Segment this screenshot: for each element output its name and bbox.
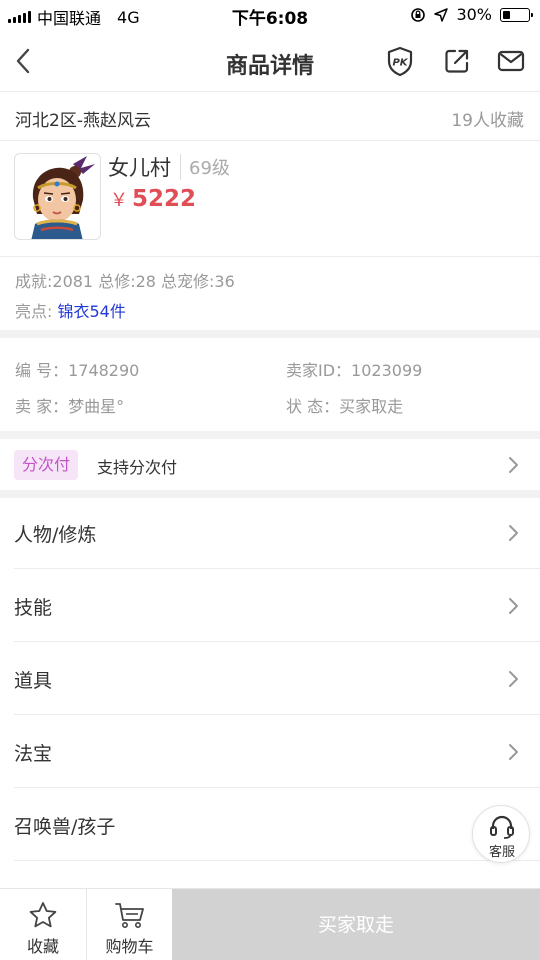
menu-item-treasures[interactable]: 法宝 bbox=[14, 716, 540, 788]
character-stats: 成就:2081 总修:28 总宠修:36 bbox=[15, 272, 235, 291]
menu-item-label: 召唤兽/孩子 bbox=[14, 816, 116, 838]
character-level: 69级 bbox=[180, 154, 230, 180]
bottom-action-bar: 收藏 购物车 买家取走 bbox=[0, 888, 540, 960]
svg-text:PK: PK bbox=[392, 58, 408, 69]
cart-icon bbox=[115, 903, 144, 928]
character-school: 女儿村 bbox=[108, 156, 171, 180]
chevron-right-icon bbox=[509, 598, 518, 614]
character-portrait bbox=[31, 156, 95, 239]
pk-shield-icon[interactable]: PK bbox=[383, 44, 417, 78]
installment-text: 支持分次付 bbox=[97, 458, 178, 477]
highlight-value[interactable]: 锦衣54件 bbox=[57, 302, 125, 321]
highlight-label: 亮点: bbox=[15, 302, 58, 321]
cart-button[interactable]: 购物车 bbox=[87, 889, 172, 960]
share-icon[interactable] bbox=[440, 44, 474, 78]
server-row: 河北2区-燕赵风云 19人收藏 bbox=[0, 93, 540, 141]
battery-icon bbox=[500, 7, 533, 22]
section-divider bbox=[0, 431, 540, 439]
battery-percent: 30% bbox=[456, 5, 492, 24]
currency-symbol: ￥ bbox=[110, 190, 128, 211]
menu-item-label: 法宝 bbox=[14, 743, 53, 765]
price: ￥ 5222 bbox=[110, 186, 196, 212]
mail-icon[interactable] bbox=[494, 44, 528, 78]
customer-service-label: 客服 bbox=[488, 845, 515, 860]
menu-item-label: 技能 bbox=[14, 597, 53, 619]
installment-tag: 分次付 bbox=[14, 450, 79, 480]
section-divider bbox=[0, 330, 540, 338]
customer-service-button[interactable]: 客服 bbox=[472, 805, 530, 863]
headset-icon bbox=[490, 815, 514, 839]
favorite-label: 收藏 bbox=[26, 937, 59, 956]
price-amount: 5222 bbox=[132, 186, 197, 212]
chevron-right-icon bbox=[509, 525, 518, 541]
seller-id: 卖家ID：1023099 bbox=[286, 361, 423, 380]
serial-number: 编 号：1748290 bbox=[15, 361, 140, 380]
character-avatar[interactable] bbox=[14, 153, 101, 240]
chevron-right-icon bbox=[509, 671, 518, 687]
highlight-row: 亮点: 锦衣54件 bbox=[15, 298, 126, 322]
seller-name: 卖 家：梦曲星° bbox=[15, 397, 125, 416]
chevron-right-icon bbox=[509, 457, 518, 473]
cart-label: 购物车 bbox=[105, 937, 154, 956]
status-bar: 中国联通 4G 下午6:08 30% bbox=[0, 0, 540, 30]
orientation-lock-icon bbox=[411, 7, 426, 22]
menu-item-items[interactable]: 道具 bbox=[14, 643, 540, 715]
location-icon bbox=[434, 7, 449, 22]
favorite-button[interactable]: 收藏 bbox=[0, 889, 86, 960]
chevron-right-icon bbox=[509, 744, 518, 760]
menu-item-skills[interactable]: 技能 bbox=[14, 570, 540, 642]
menu-item-label: 道具 bbox=[14, 670, 53, 692]
menu-item-pets[interactable]: 召唤兽/孩子 bbox=[14, 789, 540, 861]
menu-item-character[interactable]: 人物/修炼 bbox=[14, 497, 540, 569]
buy-button[interactable]: 买家取走 bbox=[172, 889, 540, 960]
character-summary: 女儿村 69级 ￥ 5222 bbox=[0, 142, 540, 257]
installment-row[interactable]: 分次付 支持分次付 bbox=[0, 440, 540, 490]
favorite-count: 19人收藏 bbox=[451, 111, 524, 131]
star-icon bbox=[29, 902, 57, 928]
nav-bar: 商品详情 PK bbox=[0, 30, 540, 92]
item-status: 状 态：买家取走 bbox=[286, 397, 404, 416]
server-name: 河北2区-燕赵风云 bbox=[15, 111, 151, 131]
menu-item-label: 人物/修炼 bbox=[14, 524, 97, 546]
